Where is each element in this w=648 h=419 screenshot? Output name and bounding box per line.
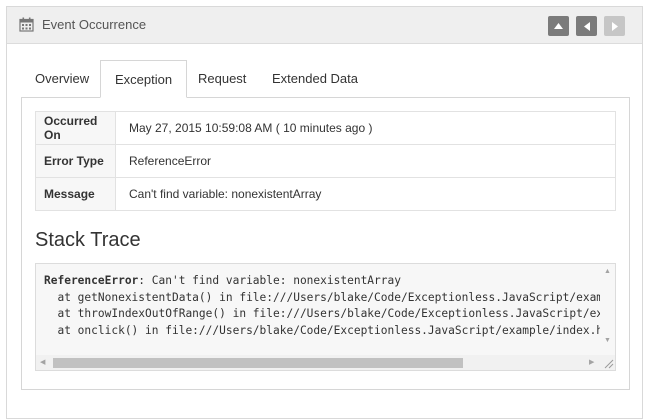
calendar-icon [19, 17, 34, 32]
detail-key-occurred-on: Occurred On [35, 111, 116, 145]
exception-tab-pane: Occurred On May 27, 2015 10:59:08 AM ( 1… [21, 97, 630, 390]
stack-trace-box[interactable]: ReferenceError: Can't find variable: non… [35, 263, 616, 371]
tab-exception[interactable]: Exception [100, 60, 188, 98]
detail-key-error-type: Error Type [35, 144, 116, 178]
detail-value-error-type: ReferenceError [115, 144, 616, 178]
scroll-top-button[interactable] [548, 16, 569, 36]
detail-value-message: Can't find variable: nonexistentArray [115, 177, 616, 211]
stack-error-type: ReferenceError [44, 274, 139, 287]
resize-grip-icon [604, 359, 614, 369]
caret-left-icon [583, 21, 590, 31]
stack-error-message: : Can't find variable: nonexistentArray [138, 274, 401, 287]
vertical-scrollbar[interactable]: ▲ ▼ [601, 264, 615, 356]
detail-value-occurred-on: May 27, 2015 10:59:08 AM ( 10 minutes ag… [115, 111, 616, 145]
table-row: Error Type ReferenceError [35, 144, 616, 178]
scroll-down-arrow-icon[interactable]: ▼ [604, 337, 611, 345]
tab-overview[interactable]: Overview [21, 60, 103, 98]
resize-handle[interactable] [601, 355, 615, 370]
horizontal-scroll-thumb[interactable] [53, 358, 463, 368]
scroll-left-arrow-icon[interactable]: ◀ [40, 359, 45, 367]
tab-extended-data[interactable]: Extended Data [258, 60, 372, 98]
stack-trace-error-line: ReferenceError: Can't find variable: non… [44, 273, 600, 290]
next-occurrence-button[interactable] [604, 16, 625, 36]
horizontal-scrollbar[interactable]: ◀ ▶ [36, 355, 603, 370]
table-row: Message Can't find variable: nonexistent… [35, 177, 616, 211]
scroll-right-arrow-icon[interactable]: ▶ [589, 359, 594, 367]
scroll-up-arrow-icon[interactable]: ▲ [604, 268, 611, 276]
panel-title: Event Occurrence [42, 17, 147, 32]
tab-bar: Overview Exception Request Extended Data [21, 60, 629, 98]
event-occurrence-panel: Event Occurrence Overview Exception Requ… [6, 6, 643, 419]
exception-details-table: Occurred On May 27, 2015 10:59:08 AM ( 1… [35, 111, 616, 211]
stack-frame: at onclick() in file:///Users/blake/Code… [44, 323, 600, 337]
detail-key-message: Message [35, 177, 116, 211]
stack-frame: at getNonexistentData() in file:///Users… [57, 290, 600, 304]
table-row: Occurred On May 27, 2015 10:59:08 AM ( 1… [35, 111, 616, 145]
tab-request[interactable]: Request [184, 60, 260, 98]
stack-trace-heading: Stack Trace [35, 229, 141, 251]
caret-right-icon [611, 21, 618, 31]
stack-frame: at throwIndexOutOfRange() in file:///Use… [57, 307, 600, 320]
caret-up-icon [554, 23, 563, 29]
stack-trace-text[interactable]: ReferenceError: Can't find variable: non… [44, 273, 600, 339]
previous-occurrence-button[interactable] [576, 16, 597, 36]
panel-header: Event Occurrence [7, 7, 642, 44]
